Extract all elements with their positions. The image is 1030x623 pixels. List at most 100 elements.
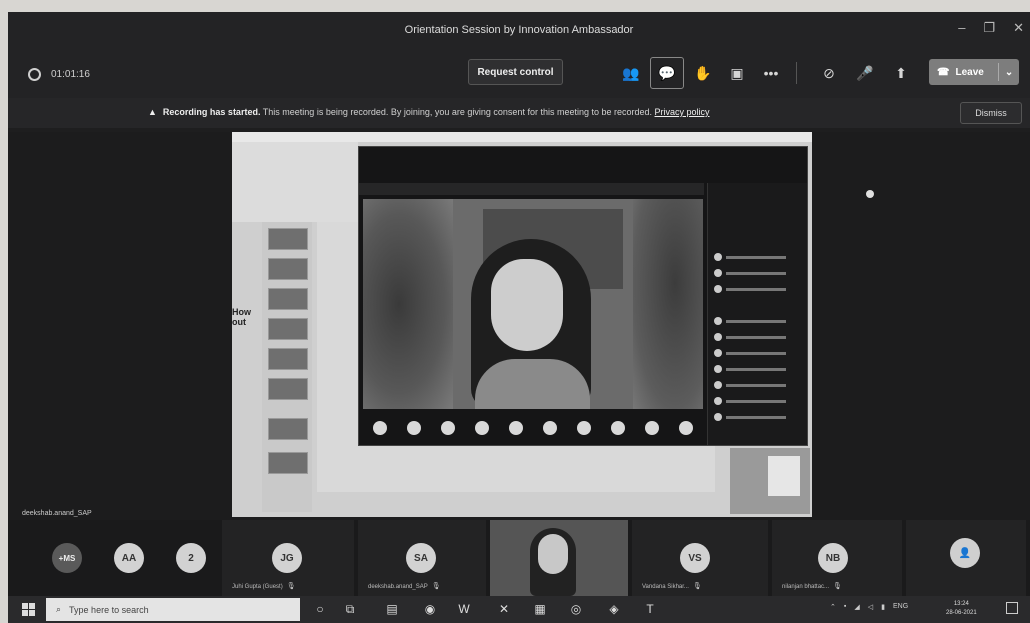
control-icon	[679, 421, 693, 435]
recording-banner: ▲ Recording has started. This meeting is …	[8, 98, 1030, 128]
participant-tile[interactable]: SA deekshab.anand_SAP 🎙	[358, 520, 486, 596]
control-icon	[475, 421, 489, 435]
control-icon	[441, 421, 455, 435]
chevron-down-icon[interactable]: ⌄	[1005, 67, 1013, 78]
meeting-timer: 01:01:16	[28, 68, 90, 81]
taskbar-clock[interactable]: 13:24 28-06-2021	[946, 600, 977, 618]
participant-row	[714, 333, 786, 341]
participant-name: Juhi Gupta (Guest) 🎙	[232, 583, 296, 590]
raise-hand-icon[interactable]: ✋	[692, 62, 714, 84]
control-icon	[373, 421, 387, 435]
avatar: NB	[818, 543, 848, 573]
participant-row	[714, 285, 786, 293]
title-bar: Orientation Session by Innovation Ambass…	[8, 12, 1030, 48]
slide-thumbnail	[268, 228, 308, 250]
participant-tile[interactable]: 👤	[906, 520, 1026, 596]
control-icon	[407, 421, 421, 435]
mic-off-icon: 🎙	[833, 583, 842, 590]
firefox-icon[interactable]: ◎	[568, 601, 584, 617]
maximize-button[interactable]: ❐	[983, 20, 995, 36]
overflow-participants-avatar[interactable]: +MS	[52, 543, 82, 573]
app-icon[interactable]: ◈	[606, 601, 622, 617]
tray-icon[interactable]: ▪	[844, 603, 846, 611]
windows-taskbar: ⌕ Type here to search ○ ⧉ ▤ ◉ W ✕ ▦ ◎ ◈ …	[8, 596, 1030, 623]
word-icon[interactable]: W	[456, 601, 472, 617]
speaker-face	[491, 259, 563, 351]
leave-button[interactable]: ☎ Leave ⌄	[929, 59, 1019, 85]
dismiss-button[interactable]: Dismiss	[960, 102, 1022, 124]
shared-menubar	[232, 132, 812, 142]
shared-screen: How out	[232, 132, 812, 517]
chrome-icon[interactable]: ◉	[422, 601, 438, 617]
participants-icon[interactable]: 👥	[620, 62, 642, 84]
profile-photo-avatar: 👤	[950, 538, 980, 568]
participant-name: deekshab.anand_SAP 🎙	[368, 583, 441, 590]
battery-icon[interactable]: ▮	[881, 603, 885, 611]
shared-slide-text: How out	[232, 307, 251, 327]
banner-message: This meeting is being recorded. By joini…	[260, 107, 655, 117]
speaker-video	[363, 199, 703, 409]
participant-tile[interactable]: JG Juhi Gupta (Guest) 🎙	[222, 520, 354, 596]
window-controls: – ❐ ✕	[958, 20, 1024, 36]
camera-off-icon[interactable]: ⊘	[818, 62, 840, 84]
avatar[interactable]: AA	[114, 543, 144, 573]
participant-video-tile[interactable]	[490, 520, 628, 596]
slide-thumbnail	[268, 418, 308, 440]
participant-row	[714, 397, 786, 405]
app-icon[interactable]: ✕	[496, 601, 512, 617]
cortana-icon[interactable]: ○	[312, 601, 328, 617]
app-icon[interactable]: ▦	[532, 601, 548, 617]
control-icon	[543, 421, 557, 435]
control-icon	[645, 421, 659, 435]
system-tray: ⌃ ▪ ◢ ◁ ▮ ENG	[830, 603, 908, 611]
avatar: VS	[680, 543, 710, 573]
notification-icon[interactable]	[1006, 602, 1018, 614]
presenter-name: deekshab.anand_SAP	[22, 510, 92, 517]
slide-thumbnail	[268, 378, 308, 400]
slide-thumbnail	[268, 318, 308, 340]
control-icon	[577, 421, 591, 435]
participant-row	[714, 413, 786, 421]
participant-tile[interactable]: VS Vandana Sikhar... 🎙	[632, 520, 768, 596]
leave-separator	[997, 63, 999, 81]
request-control-button[interactable]: Request control	[468, 59, 563, 85]
language-indicator[interactable]: ENG	[893, 603, 908, 611]
volume-icon[interactable]: ◁	[868, 603, 873, 611]
leave-label: Leave	[955, 66, 984, 78]
participant-face	[538, 534, 568, 574]
meeting-toolbar: 01:01:16 Request control 👥 💬 ✋ ▣ ••• ⊘ 🎤…	[8, 48, 1030, 98]
participant-row	[714, 365, 786, 373]
close-button[interactable]: ✕	[1013, 20, 1024, 36]
network-icon[interactable]: ◢	[854, 603, 859, 611]
mic-icon[interactable]: 🎤	[854, 62, 876, 84]
mic-off-icon: 🎙	[431, 583, 441, 590]
share-icon[interactable]: ⬆	[890, 62, 912, 84]
participant-row	[714, 253, 786, 261]
mic-off-icon: 🎙	[286, 583, 296, 590]
task-view-icon[interactable]: ⧉	[342, 601, 358, 617]
shared-side-thumbnail	[730, 448, 810, 514]
teams-window: Orientation Session by Innovation Ambass…	[8, 12, 1030, 623]
windows-start-icon[interactable]	[22, 603, 35, 616]
more-icon[interactable]: •••	[760, 62, 782, 84]
privacy-policy-link[interactable]: Privacy policy	[655, 107, 710, 117]
speaker-body	[475, 359, 590, 409]
control-icon	[509, 421, 523, 435]
file-explorer-icon[interactable]: ▤	[384, 601, 400, 617]
search-placeholder: Type here to search	[69, 604, 149, 615]
banner-title: Recording has started.	[162, 107, 261, 117]
participant-row	[714, 381, 786, 389]
rooms-icon[interactable]: ▣	[726, 62, 748, 84]
teams-icon[interactable]: T	[642, 601, 658, 617]
chevron-up-icon[interactable]: ⌃	[830, 603, 836, 611]
participant-strip: +MS AA 2 JG Juhi Gupta (Guest) 🎙 SA deeks…	[8, 520, 1030, 596]
timer-text: 01:01:16	[51, 69, 90, 80]
taskbar-search[interactable]: ⌕ Type here to search	[46, 598, 300, 621]
slide-text-line: out	[232, 317, 246, 327]
cursor	[866, 190, 874, 198]
minimize-button[interactable]: –	[958, 20, 965, 36]
participant-tile[interactable]: NB nilanjan bhattac... 🎙	[772, 520, 902, 596]
avatar[interactable]: 2	[176, 543, 206, 573]
search-icon: ⌕	[56, 604, 62, 614]
chat-icon[interactable]: 💬	[650, 57, 684, 89]
